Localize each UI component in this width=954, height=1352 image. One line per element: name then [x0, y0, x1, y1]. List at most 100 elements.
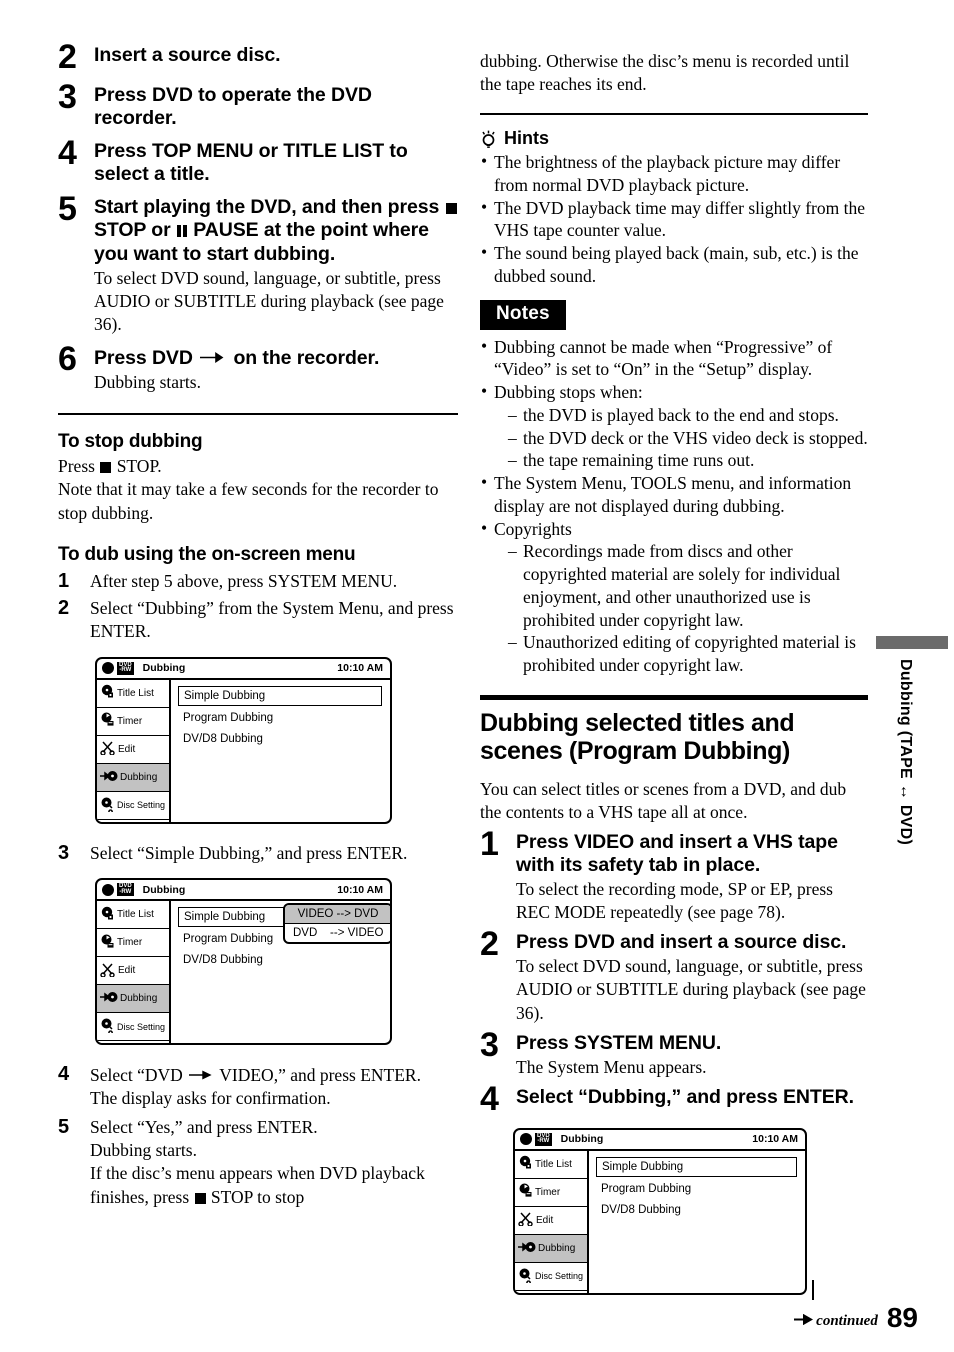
osd-options-pane: Simple Dubbing Program Dubbing DV/D8 Dub… — [589, 1151, 805, 1293]
osd-sidebar-label: Edit — [118, 965, 136, 977]
hints-heading: Hints — [480, 128, 868, 149]
dvd-rw-icon: DVD -RW — [535, 1132, 552, 1146]
osd-sidebar-item-setup[interactable]: Setup — [515, 1290, 587, 1293]
osd-submenu-direction: VIDEO --> DVD DVD --> VIDEO — [283, 903, 390, 945]
step-heading: Press VIDEO and insert a VHS tape with i… — [516, 831, 838, 877]
osd-sidebar-item-dubbing[interactable]: Dubbing — [97, 763, 169, 792]
osd-sidebar-label: Disc Setting — [117, 800, 166, 811]
osm-step-2: 2 Select “Dubbing” from the System Menu,… — [58, 597, 458, 643]
step-heading: Press TOP MENU or TITLE LIST to select a… — [94, 140, 408, 185]
step5-heading-b: STOP or — [94, 219, 171, 241]
stop-label: STOP. — [116, 456, 162, 477]
hints-list: The brightness of the playback picture m… — [480, 150, 868, 288]
osd-option-simple-dubbing[interactable]: Simple Dubbing — [596, 1156, 797, 1177]
continued-indicator: continued — [794, 1313, 878, 1330]
step4-line1-a: Select “DVD — [90, 1065, 183, 1086]
osd-title: Dubbing — [560, 1133, 604, 1146]
step4-line1-b: VIDEO,” and press ENTER. — [219, 1065, 421, 1086]
osd-sidebar-item-dubbing[interactable]: Dubbing — [515, 1234, 587, 1263]
side-tab-bar — [876, 636, 948, 649]
osd-sidebar-item-disc-setting[interactable]: Disc Setting — [515, 1262, 587, 1291]
osd-option-simple-dubbing[interactable]: Simple Dubbing — [178, 685, 382, 706]
note-item: The System Menu, TOOLS menu, and informa… — [480, 471, 868, 518]
osd-option-program-dubbing[interactable]: Program Dubbing — [596, 1180, 799, 1198]
step-5: 5 Start playing the DVD, and then press … — [58, 192, 458, 336]
step-6: 6 Press DVD on the recorder. Dubbing sta… — [58, 342, 458, 394]
osd-sidebar-label: Title List — [117, 687, 154, 699]
osd-sidebar-item-edit[interactable]: Edit — [97, 957, 169, 986]
section-divider — [58, 413, 458, 416]
notes-badge: Notes — [480, 299, 566, 330]
osd-body: Title List Timer Edit Dubbing Disc Setti… — [515, 1150, 805, 1293]
osd-clock: 10:10 AM — [337, 662, 383, 675]
osd-sidebar-item-title-list[interactable]: Title List — [97, 679, 169, 708]
osd-title: Dubbing — [142, 883, 186, 896]
osd-sidebar-item-title-list[interactable]: Title List — [97, 901, 169, 930]
onscreen-menu-title: To dub using the on-screen menu — [58, 543, 356, 565]
manual-page: 2 Insert a source disc. 3 Press DVD to o… — [0, 0, 954, 1352]
footer-tick-mark — [812, 1280, 814, 1300]
step-number: 1 — [480, 825, 499, 864]
step-number: 5 — [58, 1116, 70, 1139]
osd-sidebar-item-disc-setting[interactable]: Disc Setting — [97, 1013, 169, 1042]
osd-submenu-option-video-to-dvd[interactable]: VIDEO --> DVD — [285, 905, 390, 925]
program-step-1: 1 Press VIDEO and insert a VHS tape with… — [480, 827, 868, 924]
step5-line3: If the disc’s menu appears when DVD play… — [90, 1162, 458, 1208]
osd-option-dv-d8-dubbing[interactable]: DV/D8 Dubbing — [596, 1201, 799, 1219]
note-subitem: Unauthorized editing of copyrighted mate… — [508, 631, 868, 677]
side-tab-label: Dubbing (TAPE ↔ DVD) — [897, 659, 914, 846]
osd-header: DVD -RW Dubbing 10:10 AM — [97, 659, 390, 680]
step-sub: The System Menu appears. — [516, 1056, 707, 1077]
side-tab: Dubbing (TAPE ↔ DVD) — [870, 636, 954, 845]
osd-sidebar-label: Title List — [535, 1158, 572, 1170]
disc-icon — [520, 1133, 532, 1146]
osd-sidebar-item-timer[interactable]: Timer — [515, 1178, 587, 1207]
osd-option-dv-d8-dubbing[interactable]: DV/D8 Dubbing — [178, 730, 384, 748]
note-item: Dubbing cannot be made when “Progressive… — [480, 335, 868, 382]
scissors-icon — [100, 740, 116, 758]
osd-option-simple-dubbing[interactable]: Simple Dubbing — [178, 907, 288, 928]
disc-lock-icon — [100, 906, 115, 924]
osd-header: DVD -RW Dubbing 10:10 AM — [515, 1130, 805, 1151]
note-item-head: Copyrights — [494, 518, 572, 539]
osd-option-dv-d8-dubbing[interactable]: DV/D8 Dubbing — [178, 951, 384, 969]
osd-sidebar-label: Timer — [117, 715, 143, 727]
osd-options-pane: Simple Dubbing Program Dubbing DV/D8 Dub… — [171, 901, 390, 1043]
hint-item: The brightness of the playback picture m… — [480, 150, 868, 197]
osd-sidebar-item-title-list[interactable]: Title List — [515, 1150, 587, 1179]
osd-option-program-dubbing[interactable]: Program Dubbing — [178, 709, 384, 727]
osd-sidebar-item-edit[interactable]: Edit — [97, 735, 169, 764]
scissors-icon — [518, 1211, 534, 1229]
step-heading: Insert a source disc. — [94, 44, 281, 66]
osd-sidebar-item-setup[interactable]: Setup — [97, 819, 169, 822]
osd-submenu-option-dvd-to-video[interactable]: DVD --> VIDEO — [285, 924, 390, 942]
osd-sidebar-item-dubbing[interactable]: Dubbing — [97, 985, 169, 1014]
osd-sidebar-item-timer[interactable]: Timer — [97, 707, 169, 736]
osd-sidebar-item-setup[interactable]: Setup — [97, 1041, 169, 1044]
osm-step-1: 1 After step 5 above, press SYSTEM MENU. — [58, 570, 458, 593]
note-item-head: Dubbing stops when: — [494, 382, 643, 403]
osd-sidebar-item-timer[interactable]: Timer — [97, 929, 169, 958]
osd-screen-program-dubbing: DVD -RW Dubbing 10:10 AM Title List Time… — [513, 1127, 807, 1295]
osd-sidebar-item-disc-setting[interactable]: Disc Setting — [97, 791, 169, 820]
osd-sidebar-item-edit[interactable]: Edit — [515, 1206, 587, 1235]
stop-dubbing-section: To stop dubbing Press STOP. Note that it… — [58, 431, 458, 524]
carryover-paragraph: dubbing. Otherwise the disc’s menu is re… — [480, 51, 850, 95]
step-sub: To select the recording mode, SP or EP, … — [516, 879, 833, 923]
osd-sidebar-label: Edit — [536, 1214, 554, 1226]
osd-sidebar-label: Title List — [117, 909, 154, 921]
step-number: 2 — [58, 38, 77, 76]
step-number: 1 — [58, 569, 70, 592]
disc-wrench-icon — [518, 1268, 533, 1285]
notes-list: Dubbing cannot be made when “Progressive… — [480, 335, 868, 677]
osm-step-5: 5 Select “Yes,” and press ENTER. Dubbing… — [58, 1116, 458, 1208]
dvd-rw-icon: DVD -RW — [117, 882, 134, 897]
onscreen-menu-section: To dub using the on-screen menu 1 After … — [58, 544, 458, 643]
disc-lock-icon — [518, 1155, 533, 1173]
left-column: 2 Insert a source disc. 3 Press DVD to o… — [58, 40, 458, 1213]
dubbing-arrow-disc-icon — [518, 1240, 536, 1257]
step-2: 2 Insert a source disc. — [58, 40, 458, 74]
hints-divider — [480, 113, 868, 116]
right-arrow-icon — [200, 346, 226, 369]
step-number: 3 — [58, 841, 70, 864]
